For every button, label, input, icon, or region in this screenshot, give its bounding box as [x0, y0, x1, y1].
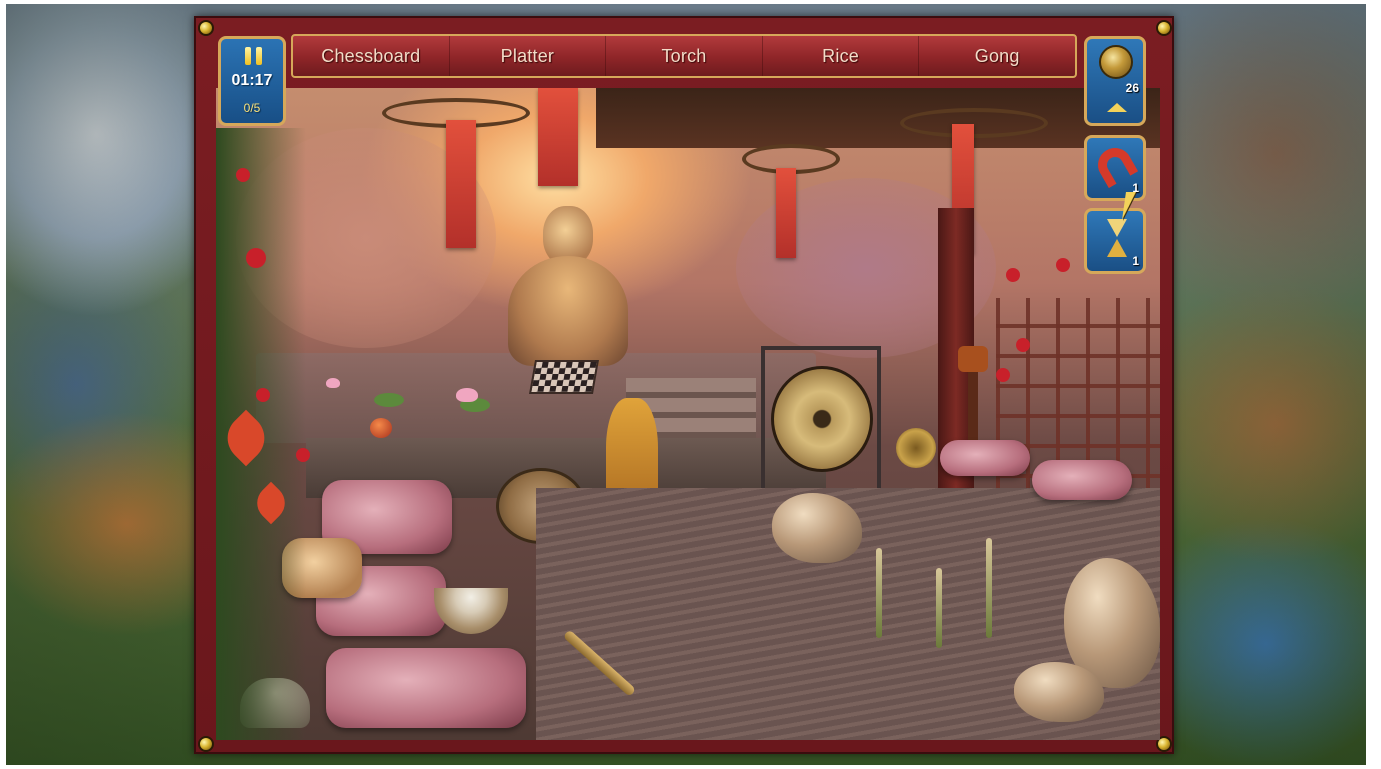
pavilion-roof [596, 88, 1160, 148]
item-rice[interactable]: Rice [763, 36, 920, 76]
found-counter: 0/5 [243, 101, 261, 115]
reed [986, 538, 992, 638]
lotus-flower[interactable] [456, 388, 478, 402]
hint-button[interactable]: 26 [1084, 36, 1146, 126]
red-rose [1016, 338, 1030, 352]
arrow-up-icon [1107, 103, 1127, 112]
red-rose [996, 368, 1010, 382]
broom-head[interactable] [896, 428, 936, 468]
corner-bolt-top-left [198, 20, 214, 36]
time-bonus-count: 1 [1132, 254, 1139, 268]
hidden-object-scene[interactable] [216, 88, 1160, 740]
red-rose [236, 168, 250, 182]
timer-panel: 01:17 0/5 [218, 36, 286, 126]
hourglass-icon [1107, 219, 1127, 259]
pink-cushion [326, 648, 526, 728]
pause-icon[interactable] [245, 47, 263, 65]
red-banner-2 [538, 88, 578, 186]
buddha-statue [488, 206, 648, 366]
red-banner-1 [446, 120, 476, 248]
red-rose [246, 248, 266, 268]
red-rose [296, 448, 310, 462]
corner-bolt-top-right [1156, 20, 1172, 36]
item-chessboard[interactable]: Chessboard [293, 36, 450, 76]
red-banner-3 [776, 168, 796, 258]
gong-object[interactable] [771, 366, 873, 472]
item-torch[interactable]: Torch [606, 36, 763, 76]
pink-cushion [1032, 460, 1132, 500]
chessboard-object[interactable] [529, 360, 599, 394]
item-gong[interactable]: Gong [919, 36, 1075, 76]
statue-body [508, 256, 628, 366]
reed [876, 548, 882, 638]
magnet-button[interactable]: 1 [1084, 135, 1146, 201]
red-rose [1056, 258, 1070, 272]
lotus-flower[interactable] [326, 378, 340, 388]
item-list-bar: Chessboard Platter Torch Rice Gong [291, 34, 1077, 78]
torch-object[interactable] [958, 346, 988, 372]
hint-count: 26 [1125, 81, 1139, 95]
compass-icon [1099, 45, 1133, 79]
red-rose [1006, 268, 1020, 282]
apple-object[interactable] [370, 418, 392, 438]
lily-pad [374, 393, 404, 407]
pink-cushion [940, 440, 1030, 476]
corner-bolt-bottom-left [198, 736, 214, 752]
time-bonus-button[interactable]: 1 [1084, 208, 1146, 274]
item-platter[interactable]: Platter [450, 36, 607, 76]
reed [936, 568, 942, 648]
timer-text: 01:17 [231, 72, 273, 89]
red-rose [256, 388, 270, 402]
hanging-lamp-3 [900, 108, 1048, 138]
rice-bowl[interactable] [434, 588, 508, 634]
